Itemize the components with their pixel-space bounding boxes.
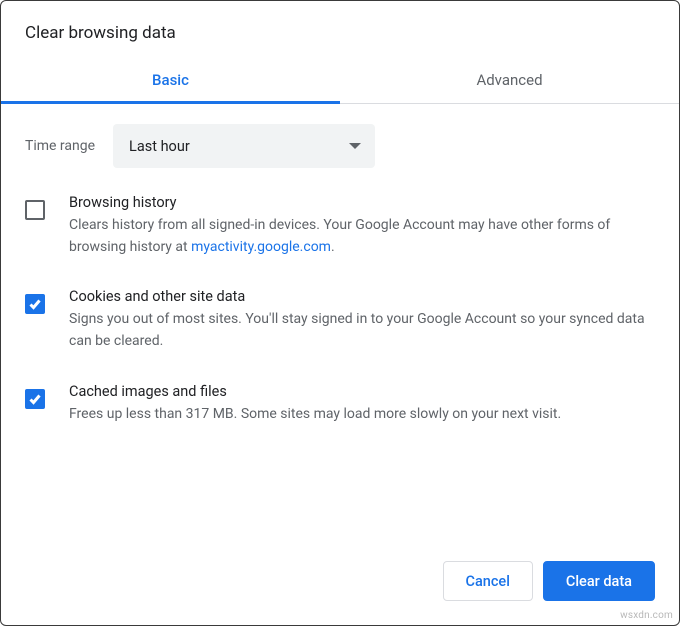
cookies-checkbox[interactable] (25, 294, 45, 314)
option-browsing-history: Browsing history Clears history from all… (25, 194, 655, 258)
cookies-title: Cookies and other site data (69, 288, 655, 305)
tab-basic[interactable]: Basic (1, 59, 340, 103)
myactivity-link[interactable]: myactivity.google.com (191, 239, 331, 255)
checkmark-icon (28, 392, 42, 406)
dialog-body: Time range Last hour Browsing history Cl… (1, 104, 679, 425)
option-cache: Cached images and files Frees up less th… (25, 383, 655, 426)
time-range-label: Time range (25, 138, 95, 154)
tabs: Basic Advanced (1, 59, 679, 104)
time-range-select[interactable]: Last hour (113, 124, 375, 168)
cache-title: Cached images and files (69, 383, 655, 400)
browsing-history-desc-pre: Clears history from all signed-in device… (69, 217, 610, 255)
browsing-history-desc-post: . (331, 239, 335, 255)
dialog-footer: Cancel Clear data (443, 561, 656, 601)
time-range-value: Last hour (129, 138, 190, 155)
cache-desc: Frees up less than 317 MB. Some sites ma… (69, 404, 655, 426)
cookies-desc: Signs you out of most sites. You'll stay… (69, 309, 655, 352)
dialog-title: Clear browsing data (1, 1, 679, 59)
checkmark-icon (28, 297, 42, 311)
browsing-history-desc: Clears history from all signed-in device… (69, 215, 655, 258)
tab-advanced[interactable]: Advanced (340, 59, 679, 103)
browsing-history-checkbox[interactable] (25, 200, 45, 220)
time-range-row: Time range Last hour (25, 124, 655, 168)
watermark: wsxdn.com (620, 610, 673, 621)
chevron-down-icon (349, 143, 361, 149)
option-cookies: Cookies and other site data Signs you ou… (25, 288, 655, 352)
cancel-button[interactable]: Cancel (443, 561, 533, 601)
browsing-history-title: Browsing history (69, 194, 655, 211)
clear-data-button[interactable]: Clear data (543, 561, 655, 601)
cache-checkbox[interactable] (25, 389, 45, 409)
